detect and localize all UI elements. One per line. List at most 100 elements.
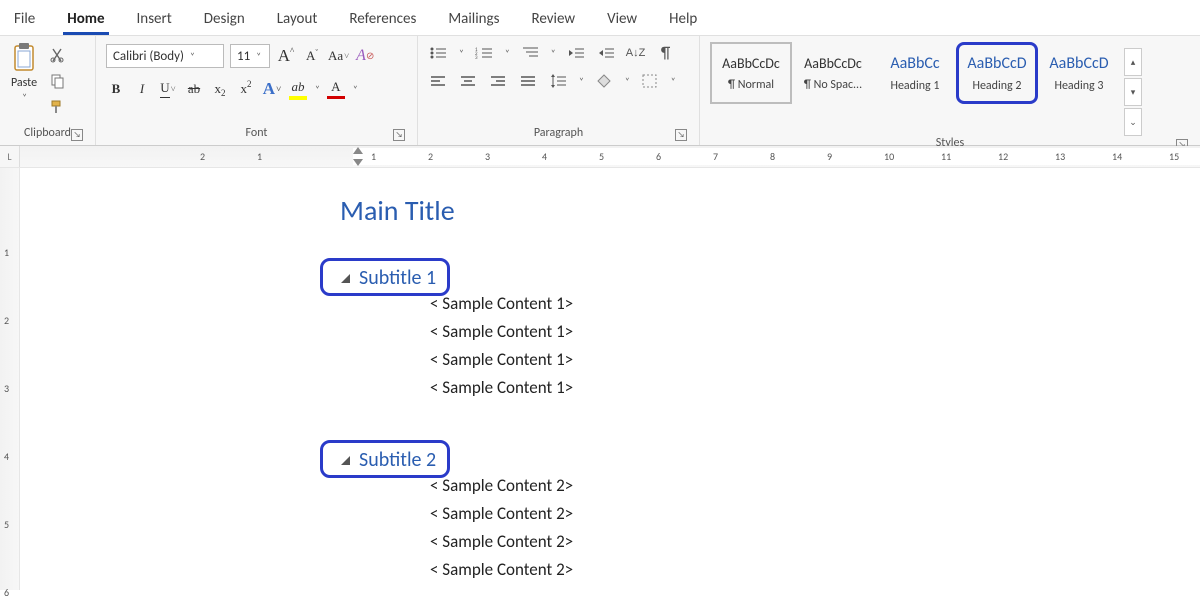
doc-body-line[interactable]: < Sample Content 2> bbox=[340, 556, 1200, 584]
align-center-icon[interactable] bbox=[458, 72, 478, 90]
superscript-button[interactable]: x2 bbox=[236, 78, 256, 100]
style-name: ¶ No Spac... bbox=[804, 78, 862, 92]
ruler-h-tick: 5 bbox=[599, 150, 604, 163]
sort-icon[interactable]: A↓Z bbox=[626, 44, 646, 62]
tab-insert[interactable]: Insert bbox=[133, 8, 176, 30]
style-heading-3[interactable]: AaBbCcDHeading 3 bbox=[1038, 42, 1120, 104]
paragraph-dialog-launcher[interactable]: ↘ bbox=[675, 129, 687, 141]
doc-body-line[interactable]: < Sample Content 2> bbox=[340, 528, 1200, 556]
tab-mailings[interactable]: Mailings bbox=[444, 8, 503, 30]
first-line-indent-marker[interactable] bbox=[353, 147, 363, 154]
align-left-icon[interactable] bbox=[428, 72, 448, 90]
tab-file[interactable]: File bbox=[10, 8, 39, 30]
menu-tabs: File Home Insert Design Layout Reference… bbox=[0, 0, 1200, 36]
svg-text:3: 3 bbox=[475, 55, 478, 61]
doc-section: Subtitle 2< Sample Content 2>< Sample Co… bbox=[340, 448, 1200, 584]
paste-icon[interactable] bbox=[10, 42, 38, 74]
ruler-h-tick: 1 bbox=[371, 150, 376, 163]
ruler-h-tick: 8 bbox=[770, 150, 775, 163]
format-painter-icon[interactable] bbox=[48, 98, 66, 116]
multilevel-list-icon[interactable] bbox=[520, 44, 540, 62]
doc-body-line[interactable]: < Sample Content 2> bbox=[340, 472, 1200, 500]
text-effects-button[interactable]: A˅ bbox=[262, 78, 282, 100]
tab-help[interactable]: Help bbox=[665, 8, 701, 30]
styles-scroll-0[interactable]: ▴ bbox=[1124, 48, 1142, 76]
tab-home[interactable]: Home bbox=[63, 8, 108, 35]
change-case-button[interactable]: Aa˅ bbox=[328, 45, 349, 67]
tab-design[interactable]: Design bbox=[200, 8, 249, 30]
bold-button[interactable]: B bbox=[106, 78, 126, 100]
show-marks-icon[interactable]: ¶ bbox=[656, 44, 676, 62]
doc-subtitle[interactable]: Subtitle 2 bbox=[340, 448, 1200, 472]
style--no-spac-[interactable]: AaBbCcDc ¶ No Spac... bbox=[792, 42, 874, 104]
shading-icon[interactable] bbox=[594, 72, 614, 90]
font-name-combo[interactable]: Calibri (Body)˅ bbox=[106, 44, 224, 68]
cut-icon[interactable] bbox=[48, 46, 66, 64]
tab-review[interactable]: Review bbox=[527, 8, 579, 30]
hanging-indent-marker[interactable] bbox=[353, 159, 363, 166]
clear-formatting-button[interactable]: A⊘ bbox=[355, 45, 375, 67]
ruler-h-tick: 1 bbox=[257, 150, 262, 163]
justify-icon[interactable] bbox=[518, 72, 538, 90]
style-sample: AaBbCcDc bbox=[804, 55, 862, 72]
paste-label[interactable]: Paste bbox=[11, 76, 37, 90]
style-heading-1[interactable]: AaBbCcHeading 1 bbox=[874, 42, 956, 104]
strikethrough-button[interactable]: ab bbox=[184, 78, 204, 100]
doc-body-line[interactable]: < Sample Content 2> bbox=[340, 500, 1200, 528]
doc-body-line[interactable]: < Sample Content 1> bbox=[340, 318, 1200, 346]
multilevel-dropdown-icon[interactable]: ˅ bbox=[551, 48, 556, 59]
tab-references[interactable]: References bbox=[345, 8, 420, 30]
highlight-button[interactable]: ab bbox=[288, 78, 308, 100]
clipboard-dialog-launcher[interactable]: ↘ bbox=[71, 129, 83, 141]
tab-layout[interactable]: Layout bbox=[273, 8, 322, 30]
italic-button[interactable]: I bbox=[132, 78, 152, 100]
horizontal-ruler[interactable]: 21123456789101112131415 bbox=[20, 146, 1200, 167]
underline-button[interactable]: U˅ bbox=[158, 78, 178, 100]
styles-scroll-1[interactable]: ▾ bbox=[1124, 78, 1142, 106]
decrease-indent-icon[interactable] bbox=[566, 44, 586, 62]
ruler-v-tick: 6 bbox=[4, 586, 9, 599]
ruler-v-tick: 5 bbox=[4, 518, 9, 531]
bullets-dropdown-icon[interactable]: ˅ bbox=[459, 48, 464, 59]
ruler-h-tick: 9 bbox=[827, 150, 832, 163]
style-heading-2[interactable]: AaBbCcDHeading 2 bbox=[956, 42, 1038, 104]
shading-dropdown-icon[interactable]: ˅ bbox=[625, 76, 630, 87]
style--normal[interactable]: AaBbCcDc¶ Normal bbox=[710, 42, 792, 104]
document-area: 123456 Main Title Subtitle 1< Sample Con… bbox=[0, 168, 1200, 590]
tab-view[interactable]: View bbox=[603, 8, 641, 30]
increase-indent-icon[interactable] bbox=[596, 44, 616, 62]
vertical-ruler[interactable]: 123456 bbox=[0, 168, 20, 590]
line-spacing-dropdown-icon[interactable]: ˅ bbox=[579, 76, 584, 87]
styles-scroll-2[interactable]: ⌄ bbox=[1124, 108, 1142, 136]
borders-dropdown-icon[interactable]: ˅ bbox=[671, 76, 676, 87]
font-dialog-launcher[interactable]: ↘ bbox=[393, 129, 405, 141]
bullets-icon[interactable] bbox=[428, 44, 448, 62]
numbering-dropdown-icon[interactable]: ˅ bbox=[505, 48, 510, 59]
paste-dropdown-icon[interactable]: ˅ bbox=[22, 92, 27, 103]
style-name: Heading 3 bbox=[1054, 79, 1103, 93]
font-color-dropdown-icon[interactable]: ˅ bbox=[353, 84, 358, 95]
numbering-icon[interactable]: 123 bbox=[474, 44, 494, 62]
ruler-v-tick: 3 bbox=[4, 382, 9, 395]
doc-body-line[interactable]: < Sample Content 1> bbox=[340, 290, 1200, 318]
ruler-v-tick: 4 bbox=[4, 450, 9, 463]
subscript-button[interactable]: x2 bbox=[210, 78, 230, 100]
style-name: Heading 2 bbox=[972, 79, 1021, 93]
font-color-button[interactable]: A bbox=[326, 78, 346, 100]
doc-body-line[interactable]: < Sample Content 1> bbox=[340, 346, 1200, 374]
document-page[interactable]: Main Title Subtitle 1< Sample Content 1>… bbox=[210, 168, 1200, 590]
highlight-annotation bbox=[320, 258, 450, 296]
ruler-h-tick: 14 bbox=[1112, 150, 1122, 163]
highlight-dropdown-icon[interactable]: ˅ bbox=[315, 84, 320, 95]
doc-body-line[interactable]: < Sample Content 1> bbox=[340, 374, 1200, 402]
align-right-icon[interactable] bbox=[488, 72, 508, 90]
shrink-font-button[interactable]: Aˇ bbox=[302, 45, 322, 67]
ribbon: Paste ˅ Clipboard ↘ Calibri (Body)˅ 11˅ … bbox=[0, 36, 1200, 146]
doc-main-title[interactable]: Main Title bbox=[340, 193, 1200, 228]
borders-icon[interactable] bbox=[640, 72, 660, 90]
grow-font-button[interactable]: A^ bbox=[276, 45, 296, 67]
doc-subtitle[interactable]: Subtitle 1 bbox=[340, 266, 1200, 290]
font-size-combo[interactable]: 11˅ bbox=[230, 44, 270, 68]
line-spacing-icon[interactable] bbox=[548, 72, 568, 90]
copy-icon[interactable] bbox=[48, 72, 66, 90]
